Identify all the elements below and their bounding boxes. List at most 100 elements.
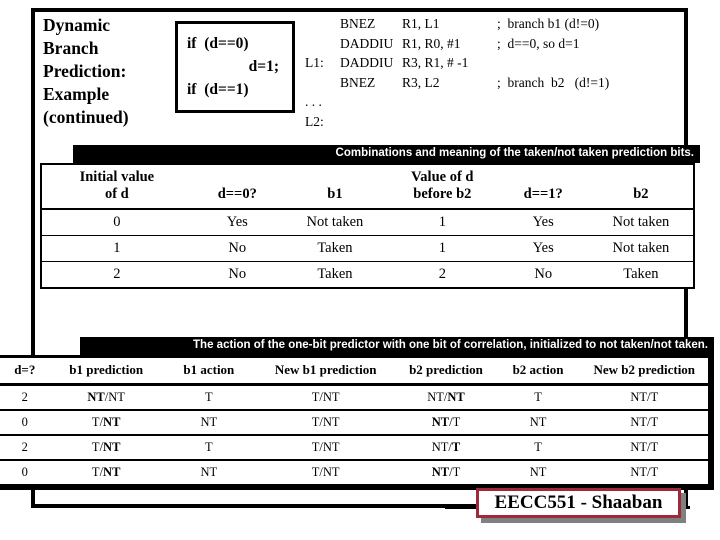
table2-header-cell: b2 prediction <box>409 362 483 377</box>
table-row: 2 No Taken 2 No Taken <box>42 261 693 287</box>
assembly-row: BNEZ R3, L2 ; branch b2 (d!=1) <box>305 73 609 93</box>
prediction-first: T <box>91 440 100 454</box>
table2-cell-b1-prediction: T/NT <box>49 409 163 435</box>
assembly-label <box>305 73 340 93</box>
table1-cell: Not taken <box>588 235 693 262</box>
prediction-first: NT <box>431 440 449 454</box>
table2-cell-d: 2 <box>0 434 50 460</box>
table1-header-cell: b2 <box>589 165 693 209</box>
table1-cell: No <box>191 235 283 262</box>
table2-cell-b1-action: T <box>162 434 255 460</box>
prediction-first: NT <box>431 465 450 479</box>
assembly-args: R3, R1, # -1 <box>402 55 469 70</box>
table1-header-cell: b1 <box>283 165 387 209</box>
table1-header-cell: Value of d before b2 <box>387 165 498 209</box>
assembly-row: BNEZ R1, L1 ; branch b1 (d!=0) <box>305 14 609 34</box>
title-line-5: (continued) <box>43 107 129 127</box>
table1-cell: Yes <box>497 235 589 262</box>
table2-body: 2 NT/NT T T/NT NT/NT T NT/T 0 T/NT NT T/NT NT/T NT NT… <box>0 385 708 484</box>
prediction-first: T <box>91 415 100 429</box>
table2-cell-b2-prediction: NT/T <box>396 409 496 435</box>
table1-cell: 1 <box>438 214 446 230</box>
table1-header-cell: Initial value of d <box>42 165 192 209</box>
table2-cell-d: 2 <box>21 390 28 404</box>
code-line-if-d-eq-0: if (d==0) <box>187 35 249 52</box>
table1-header-row: Initial value of d d==0? b1 Value of d befo… <box>42 165 693 209</box>
table1-header-line: before b2 <box>413 186 472 202</box>
table-row: 0 T/NT NT T/NT NT/T NT NT/T <box>0 409 708 435</box>
table2-caption-bar: The action of the one-bit predictor with… <box>80 337 714 355</box>
table2-cell-b2-prediction: NT/NT <box>396 385 495 411</box>
assembly-args: R3, L2 <box>402 74 440 90</box>
title-line-3: Prediction: <box>43 61 127 81</box>
assembly-label <box>305 34 340 54</box>
assembly-listing: BNEZ R1, L1 ; branch b1 (d!=0) DADDIU R1, R0… <box>305 14 609 131</box>
prediction-first: NT <box>427 390 444 404</box>
assembly-args <box>402 112 497 132</box>
table1-caption-bar: Combinations and meaning of the taken/no… <box>73 145 700 163</box>
assembly-comment: ; branch b1 (d!=0) <box>497 16 600 31</box>
table1-cell: Yes <box>226 214 248 230</box>
assembly-row: L2: <box>305 112 609 132</box>
table1-cell: Not taken <box>612 214 670 230</box>
prediction-second: NT <box>108 390 125 404</box>
assembly-args: R1, R0, #1 <box>402 35 461 51</box>
table2-container: d=? b1 prediction b1 action New b1 predicti… <box>0 355 714 490</box>
table2-cell-b2-action: T <box>495 434 581 460</box>
table2-cell-b1-action: T <box>205 390 213 404</box>
table-row: 0 Yes Not taken 1 Yes Not taken <box>42 209 693 236</box>
assembly-comment: ; d==0, so d=1 <box>497 35 580 51</box>
table1-header-line: Initial value <box>79 169 155 185</box>
code-line-assign-d: d=1; <box>248 58 279 75</box>
table1-cell: Taken <box>282 235 387 262</box>
table2-head: d=? b1 prediction b1 action New b1 predicti… <box>0 358 708 385</box>
assembly-label: . . . <box>305 94 322 109</box>
prediction-second: NT <box>103 440 121 454</box>
assembly-op: BNEZ <box>340 16 376 31</box>
table1-cell: 2 <box>387 261 498 287</box>
table2-cell-new-b2-prediction: NT/T <box>580 434 708 460</box>
table2-cell-new-b2-prediction: NT/T <box>580 409 708 435</box>
table2-cell-b2-prediction: NT/T <box>396 459 496 484</box>
table1-head: Initial value of d d==0? b1 Value of d befo… <box>42 165 693 209</box>
prediction-second: NT <box>103 415 121 429</box>
assembly-label <box>305 14 340 34</box>
assembly-op <box>340 112 402 132</box>
page-title: Dynamic Branch Prediction: Example (cont… <box>43 14 173 129</box>
assembly-label: L2: <box>305 113 324 129</box>
c-code-box: if (d==0) d=1; if (d==1) <box>175 21 295 113</box>
table-row: 0 T/NT NT T/NT NT/T NT NT/T <box>0 459 708 484</box>
prediction-bits-table: Initial value of d d==0? b1 Value of d befo… <box>42 165 693 287</box>
table2-cell-b1-action: NT <box>162 409 255 435</box>
assembly-row: . . . <box>305 92 609 112</box>
table2-cell-b2-prediction: NT/T <box>396 434 496 460</box>
prediction-first: NT <box>87 390 105 404</box>
table2-cell-b2-action: NT <box>495 459 581 484</box>
table1-header-line: d==0? <box>217 186 257 202</box>
table2-cell-new-b1-prediction: T/NT <box>254 434 397 460</box>
table1-cell: 0 <box>113 214 121 230</box>
table1-cell: 2 <box>42 261 192 287</box>
table1-cell: 1 <box>42 235 192 262</box>
table2-header-cell: b2 action <box>512 362 564 377</box>
table2-cell-b1-prediction: T/NT <box>49 434 163 460</box>
table2-header-cell: New b2 prediction <box>593 362 696 377</box>
title-line-2: Branch <box>43 38 99 58</box>
table1-header-line <box>194 169 281 186</box>
table1-body: 0 Yes Not taken 1 Yes Not taken 1 No Taken 1 Yes No… <box>42 209 693 287</box>
table2-header-row: d=? b1 prediction b1 action New b1 predicti… <box>0 358 708 385</box>
table-row: 1 No Taken 1 Yes Not taken <box>42 235 693 262</box>
table1-header-line: d==1? <box>523 186 563 202</box>
assembly-row: L1: DADDIU R3, R1, # -1 <box>305 53 609 73</box>
prediction-second: T <box>451 440 461 454</box>
title-line-1: Dynamic <box>43 15 111 35</box>
table2-cell-b1-action: NT <box>162 459 255 484</box>
table2-header-cell: b1 action <box>183 362 235 377</box>
prediction-first: T <box>91 465 100 479</box>
assembly-op: DADDIU <box>340 35 394 51</box>
assembly-op: DADDIU <box>340 55 394 70</box>
table-row: 2 T/NT T T/NT NT/T T NT/T <box>0 434 708 460</box>
assembly-comment: ; branch b2 (d!=1) <box>497 74 610 90</box>
table1-cell: Taken <box>588 261 693 287</box>
assembly-label: L1: <box>305 55 324 70</box>
